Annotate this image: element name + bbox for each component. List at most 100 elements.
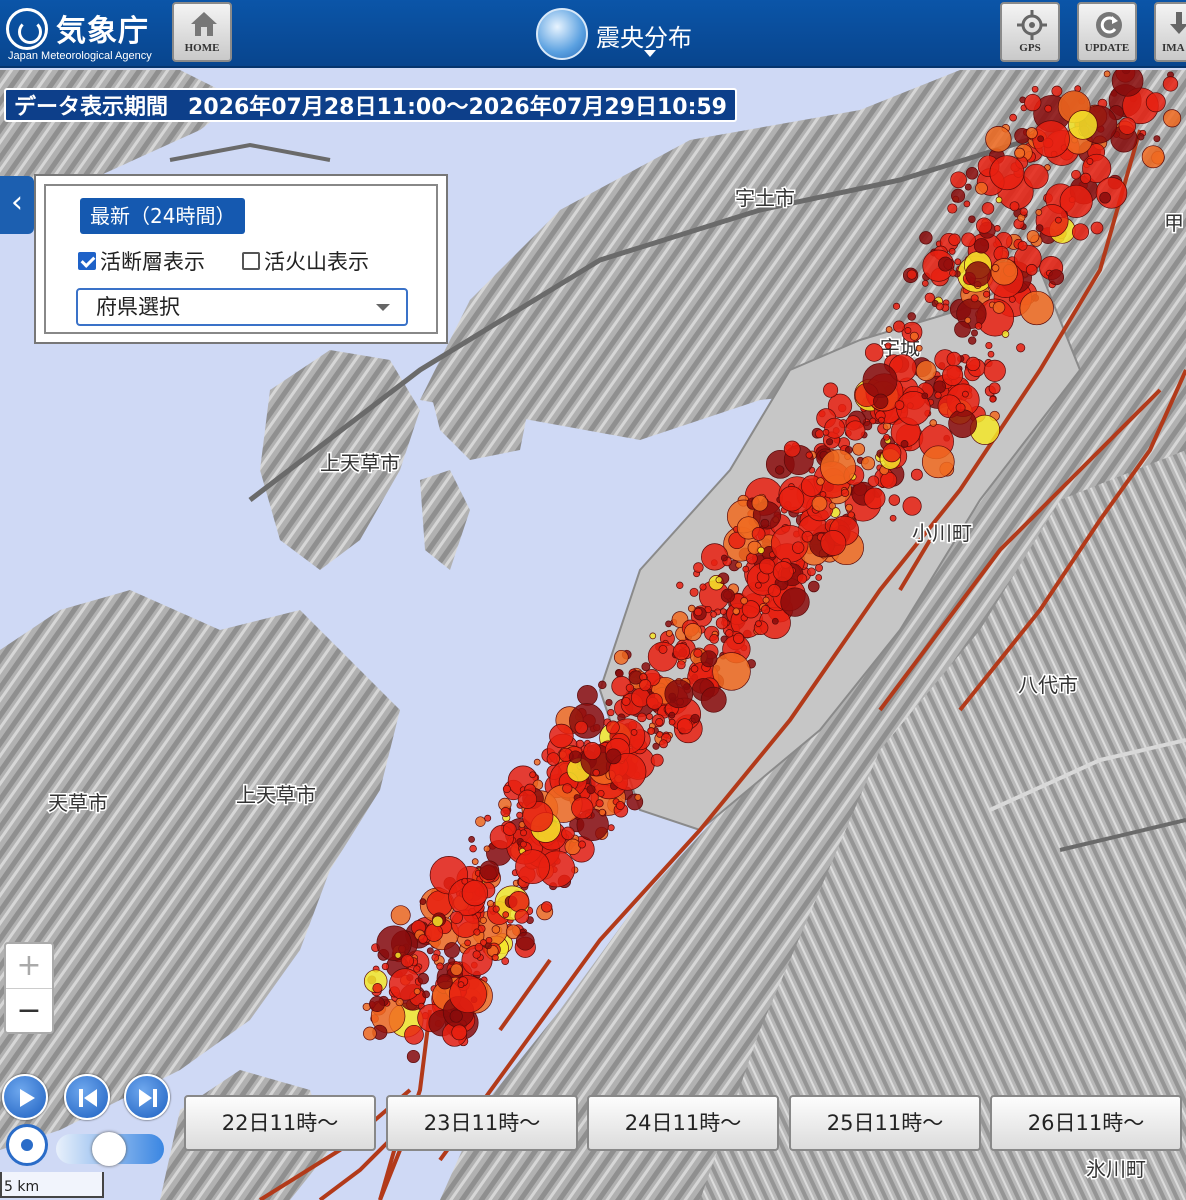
- day-button-25[interactable]: 25日11時～: [789, 1095, 981, 1151]
- epicenter-marker: [1086, 157, 1094, 165]
- epicenter-marker: [792, 541, 805, 554]
- epicenter-marker: [889, 514, 897, 522]
- day-button-26[interactable]: 26日11時～: [990, 1095, 1182, 1151]
- epicenter-marker: [995, 196, 1003, 204]
- day-button-24[interactable]: 24日11時～: [587, 1095, 779, 1151]
- gps-button[interactable]: GPS: [1000, 2, 1060, 62]
- day-button-23[interactable]: 23日11時～: [386, 1095, 578, 1151]
- epicenter-marker: [486, 900, 495, 908]
- epicenter-marker: [1048, 269, 1065, 286]
- epicenter-marker: [1055, 216, 1062, 224]
- epicenter-marker: [1031, 85, 1039, 93]
- epicenter-marker: [807, 567, 816, 577]
- play-button[interactable]: [2, 1074, 48, 1120]
- epicenter-marker: [989, 155, 1025, 191]
- epicenter-marker: [1017, 240, 1028, 251]
- epicenter-marker: [564, 838, 581, 855]
- epicenter-marker: [884, 342, 892, 350]
- speed-slider[interactable]: [56, 1132, 164, 1166]
- epicenter-marker: [767, 584, 781, 598]
- epicenter-marker: [907, 312, 916, 321]
- period-label: データ表示期間: [14, 95, 169, 120]
- slider-handle[interactable]: [92, 1132, 126, 1166]
- epicenter-marker: [878, 416, 885, 424]
- view-selector[interactable]: 震央分布: [536, 4, 716, 64]
- epicenter-marker: [968, 336, 977, 345]
- epicenter-marker: [1080, 172, 1092, 184]
- epicenter-marker: [676, 718, 693, 735]
- epicenter-marker: [655, 718, 664, 727]
- epicenter-marker: [607, 824, 615, 832]
- epicenter-marker: [676, 581, 684, 589]
- epicenter-marker: [1037, 135, 1044, 143]
- epicenter-marker: [500, 807, 511, 818]
- epicenter-marker: [861, 456, 876, 471]
- epicenter-marker: [988, 382, 1001, 395]
- epicenter-marker: [517, 789, 538, 809]
- epicenter-marker: [1009, 201, 1020, 212]
- epicenter-marker: [1044, 104, 1053, 113]
- day-button-22[interactable]: 22日11時～: [184, 1095, 376, 1151]
- epicenter-marker: [597, 789, 605, 798]
- epicenter-marker: [709, 634, 720, 644]
- skip-back-button[interactable]: [64, 1074, 110, 1120]
- epicenter-marker: [796, 573, 808, 584]
- update-button[interactable]: UPDATE: [1077, 2, 1137, 62]
- epicenter-marker: [924, 292, 935, 303]
- period-value: 2026年07月28日11:00～2026年07月29日10:59: [188, 95, 727, 120]
- image-button[interactable]: IMA: [1154, 2, 1186, 62]
- checkbox-unchecked-icon: [242, 252, 260, 270]
- epicenter-marker: [910, 468, 923, 481]
- epicenter-marker: [485, 942, 492, 950]
- label-amakusa: 天草市: [48, 791, 108, 815]
- active-fault-checkbox[interactable]: 活断層表示: [78, 246, 205, 276]
- label-hikawa: 氷川町: [1086, 1157, 1146, 1181]
- zoom-in-button[interactable]: +: [6, 944, 52, 988]
- jma-logo[interactable]: 気象庁 Japan Meteorological Agency: [4, 4, 164, 64]
- epicenter-marker: [457, 981, 465, 988]
- epicenter-marker: [390, 905, 411, 926]
- epicenter-marker: [672, 643, 690, 661]
- epicenter-marker: [1035, 209, 1043, 216]
- epicenter-marker: [546, 752, 560, 766]
- epicenter-marker: [826, 438, 834, 446]
- epicenter-marker: [801, 530, 814, 543]
- active-volcano-checkbox[interactable]: 活火山表示: [242, 246, 369, 276]
- epicenter-marker: [363, 1026, 377, 1041]
- epicenter-marker: [845, 503, 853, 512]
- epicenter-marker: [983, 290, 990, 298]
- epicenter-marker: [634, 793, 642, 801]
- skip-forward-button[interactable]: [124, 1074, 170, 1120]
- label-kamiamakusa: 上天草市: [236, 783, 316, 807]
- home-button[interactable]: HOME: [172, 2, 232, 62]
- epicenter-marker: [625, 683, 635, 693]
- download-icon: [1170, 12, 1186, 34]
- epicenter-marker: [562, 783, 573, 794]
- epicenter-marker: [954, 258, 962, 266]
- epicenter-marker: [808, 580, 820, 593]
- epicenter-marker: [432, 915, 444, 927]
- epicenter-marker: [514, 909, 530, 924]
- epicenter-marker: [483, 845, 491, 853]
- epicenter-marker: [968, 215, 976, 223]
- zoom-out-button[interactable]: −: [6, 988, 52, 1032]
- epicenter-marker: [985, 126, 1012, 153]
- epicenter-marker: [419, 898, 427, 905]
- epicenter-marker: [606, 720, 620, 735]
- epicenter-marker: [598, 808, 606, 816]
- epicenter-marker: [1025, 264, 1038, 276]
- compass-icon[interactable]: [6, 1124, 48, 1166]
- epicenter-marker: [561, 826, 575, 841]
- latest-24h-button[interactable]: 最新（24時間）: [80, 198, 246, 234]
- epicenter-marker: [395, 998, 404, 1007]
- epicenter-marker: [740, 597, 748, 605]
- epicenter-marker: [436, 962, 444, 971]
- epicenter-marker: [1118, 117, 1137, 135]
- epicenter-marker: [693, 648, 703, 658]
- play-icon: [20, 1089, 35, 1107]
- epicenter-marker: [659, 739, 668, 749]
- epicenter-marker: [647, 727, 655, 735]
- checkbox-checked-icon: [78, 252, 96, 270]
- panel-collapse-button[interactable]: ‹: [0, 176, 34, 234]
- prefecture-select[interactable]: 府県選択: [76, 288, 408, 326]
